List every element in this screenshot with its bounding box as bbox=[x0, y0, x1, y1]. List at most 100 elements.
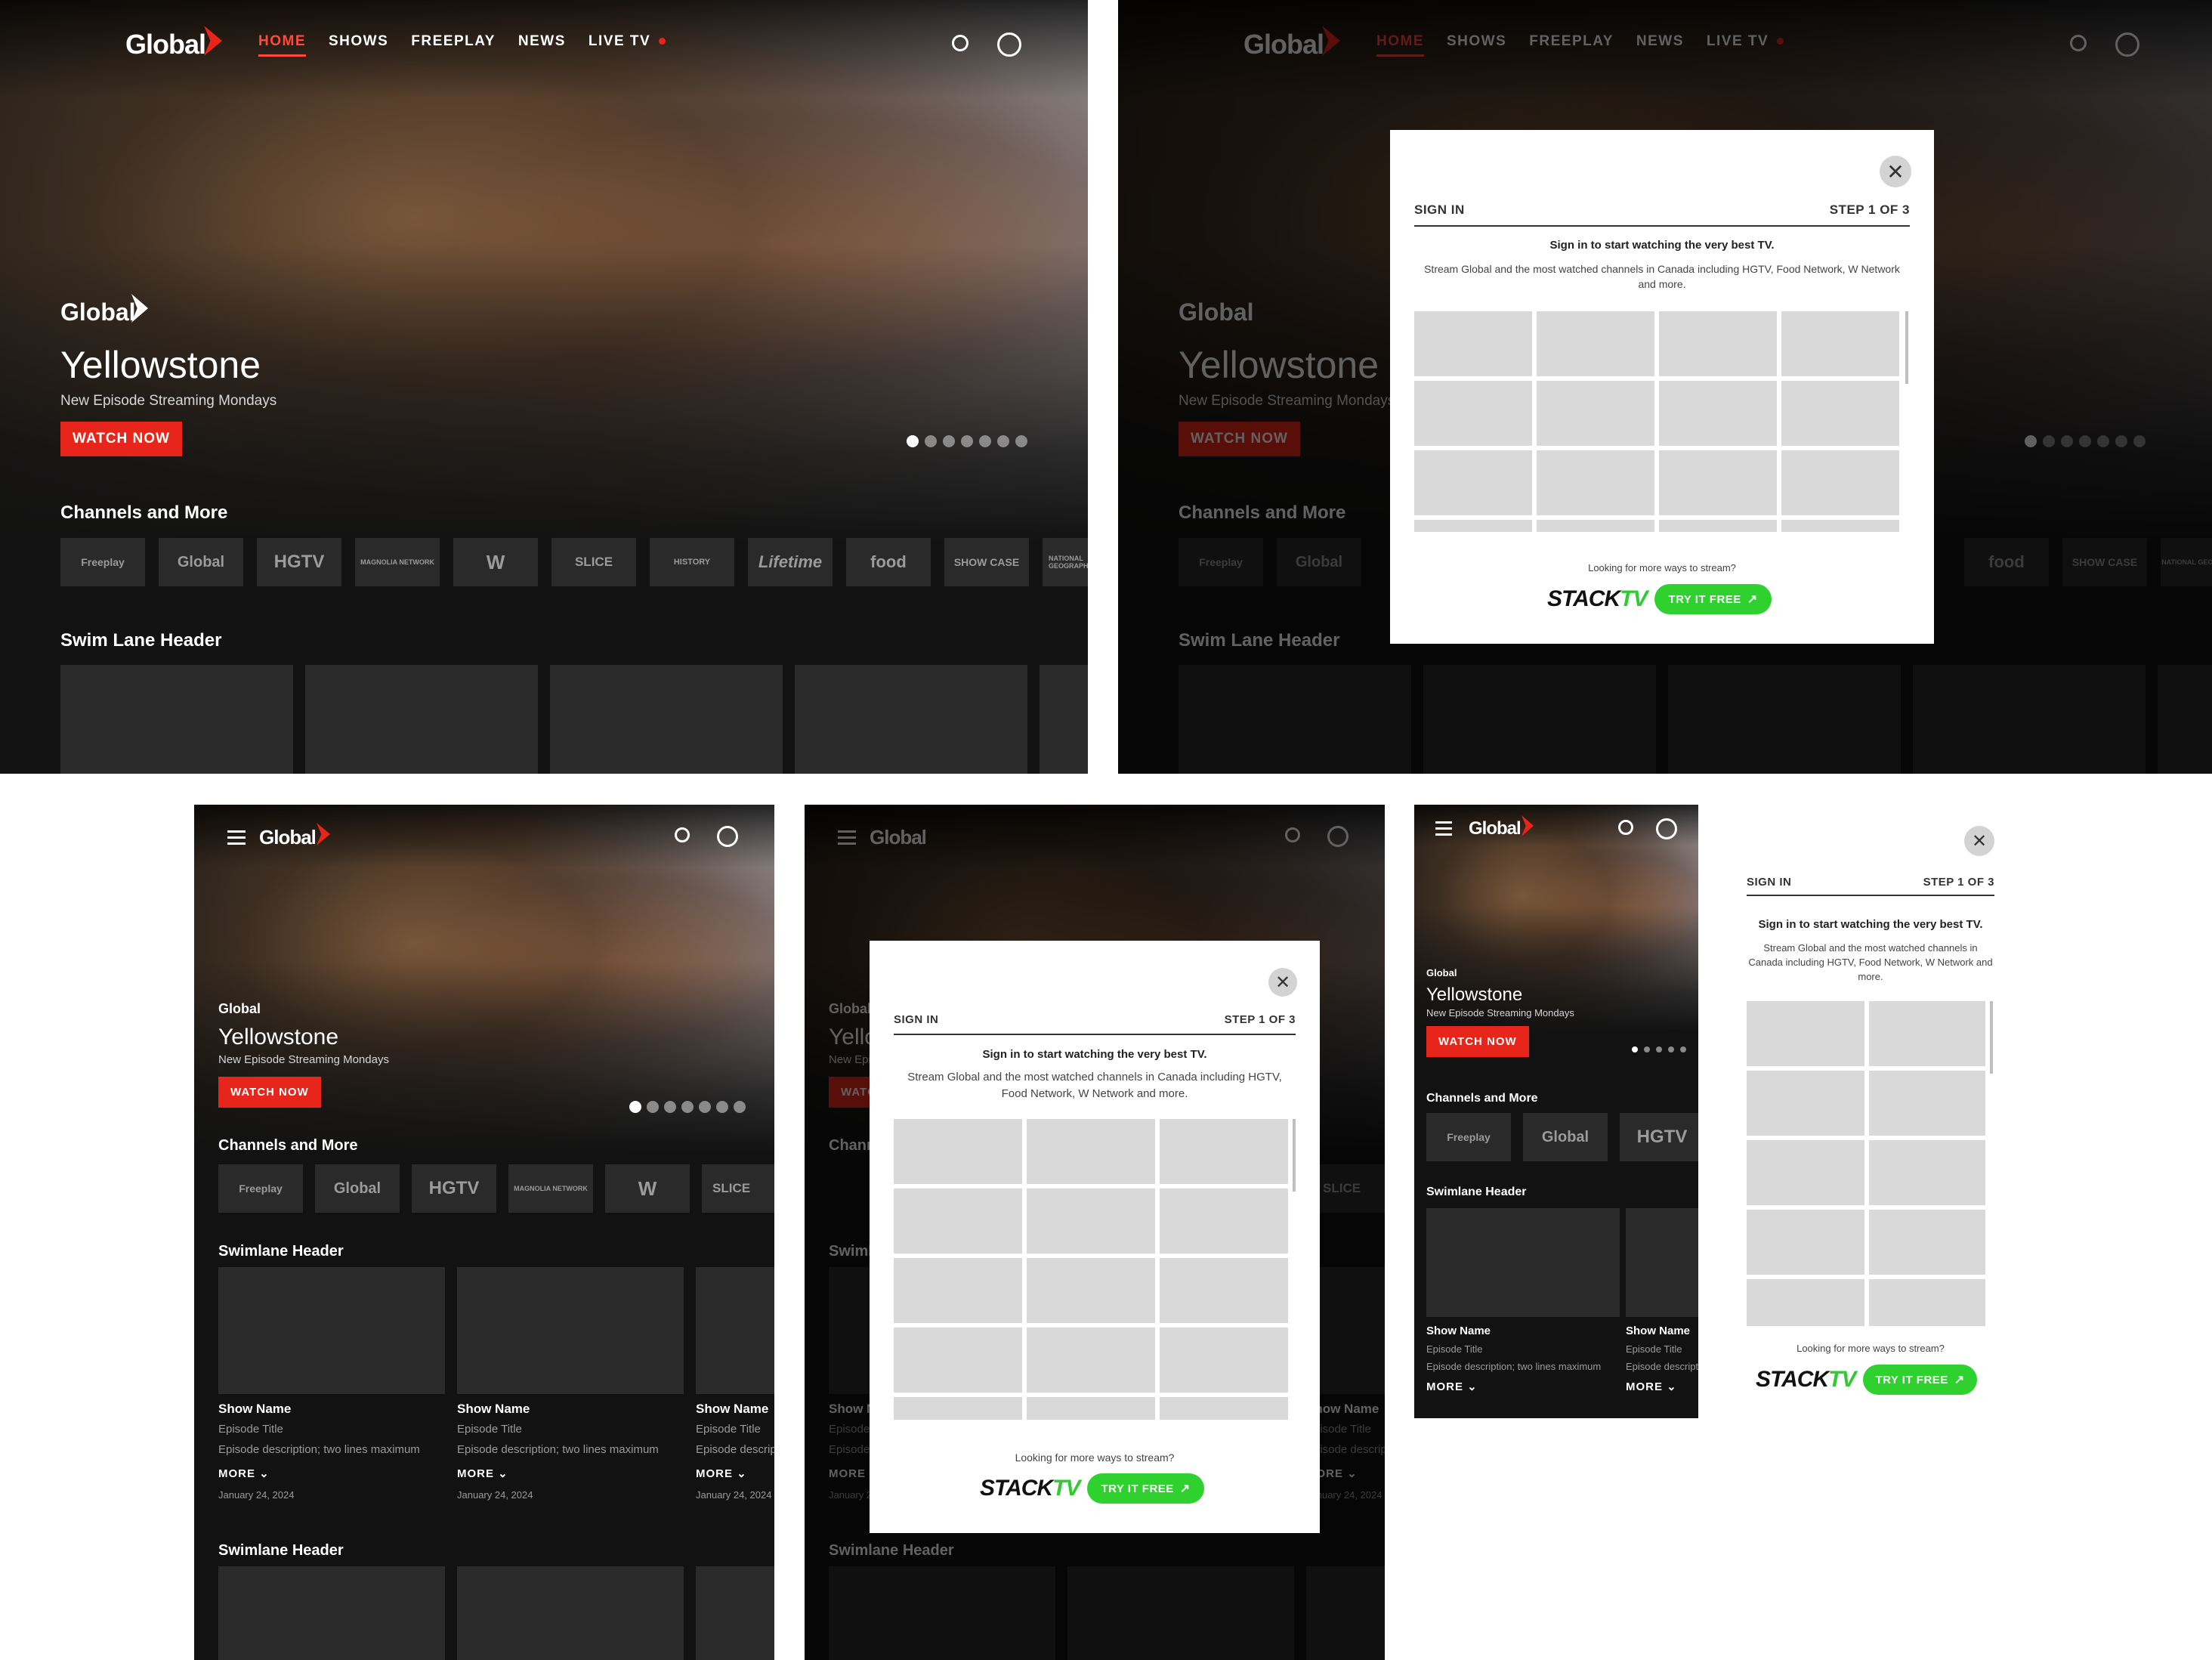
global-logo[interactable]: Global bbox=[125, 26, 231, 60]
channel-history[interactable]: HISTORY bbox=[650, 538, 734, 586]
channel-global[interactable]: Global bbox=[1523, 1113, 1608, 1161]
swimlane-tile[interactable] bbox=[60, 665, 293, 774]
grid-scrollbar[interactable] bbox=[1905, 311, 1908, 384]
provider-tile[interactable] bbox=[1747, 1071, 1864, 1136]
provider-tile[interactable] bbox=[1027, 1119, 1155, 1184]
grid-scrollbar[interactable] bbox=[1293, 1119, 1296, 1192]
swimlane-tile[interactable] bbox=[457, 1267, 684, 1394]
provider-tile[interactable] bbox=[1027, 1258, 1155, 1323]
provider-tile[interactable] bbox=[1537, 520, 1654, 532]
provider-tile[interactable] bbox=[1781, 450, 1899, 515]
channel-freeplay[interactable]: Freeplay bbox=[60, 538, 145, 586]
carousel-dot[interactable] bbox=[1656, 1046, 1662, 1053]
nav-freeplay[interactable]: FREEPLAY bbox=[411, 33, 496, 57]
channel-magnolia[interactable]: MAGNOLIA NETWORK bbox=[508, 1164, 593, 1213]
nav-shows[interactable]: SHOWS bbox=[329, 33, 388, 57]
carousel-dot[interactable] bbox=[699, 1101, 711, 1113]
provider-tile[interactable] bbox=[894, 1328, 1022, 1393]
provider-tile[interactable] bbox=[1160, 1119, 1288, 1184]
carousel-dot[interactable] bbox=[1015, 435, 1027, 447]
provider-tile[interactable] bbox=[894, 1119, 1022, 1184]
global-logo[interactable]: Global bbox=[259, 823, 330, 849]
menu-icon[interactable] bbox=[1435, 821, 1452, 836]
account-icon[interactable] bbox=[997, 32, 1021, 57]
search-icon[interactable] bbox=[675, 827, 690, 842]
more-toggle[interactable]: MORE ⌄ bbox=[218, 1467, 445, 1480]
watch-now-button[interactable]: WATCH NOW bbox=[60, 422, 182, 456]
carousel-dot[interactable] bbox=[925, 435, 937, 447]
provider-tile[interactable] bbox=[1747, 1210, 1864, 1275]
swimlane-tile[interactable] bbox=[305, 665, 538, 774]
global-logo[interactable]: Global bbox=[1469, 815, 1534, 839]
channel-freeplay[interactable]: Freeplay bbox=[218, 1164, 303, 1213]
swimlane-tile[interactable] bbox=[218, 1566, 445, 1660]
provider-tile[interactable] bbox=[1781, 311, 1899, 376]
carousel-dot[interactable] bbox=[734, 1101, 746, 1113]
swimlane-tile[interactable] bbox=[696, 1267, 774, 1394]
carousel-dot[interactable] bbox=[907, 435, 919, 447]
swimlane-tile[interactable] bbox=[218, 1267, 445, 1394]
swimlane-tile[interactable] bbox=[795, 665, 1027, 774]
channel-global[interactable]: Global bbox=[159, 538, 243, 586]
provider-tile[interactable] bbox=[1869, 1001, 1985, 1066]
channel-food[interactable]: food bbox=[846, 538, 931, 586]
close-icon[interactable]: ✕ bbox=[1268, 968, 1297, 997]
nav-home[interactable]: HOME bbox=[258, 33, 306, 57]
carousel-dot[interactable] bbox=[681, 1101, 694, 1113]
search-icon[interactable] bbox=[1618, 820, 1633, 835]
provider-tile[interactable] bbox=[1414, 311, 1532, 376]
watch-now-button[interactable]: WATCH NOW bbox=[218, 1077, 321, 1108]
provider-tile[interactable] bbox=[894, 1258, 1022, 1323]
carousel-dot[interactable] bbox=[1644, 1046, 1650, 1053]
provider-tile[interactable] bbox=[1160, 1258, 1288, 1323]
swimlane-tile[interactable] bbox=[1426, 1208, 1620, 1317]
provider-tile[interactable] bbox=[1659, 311, 1777, 376]
try-it-free-button[interactable]: TRY IT FREE ↗ bbox=[1863, 1365, 1977, 1395]
close-icon[interactable]: ✕ bbox=[1880, 156, 1911, 187]
provider-tile[interactable] bbox=[1027, 1328, 1155, 1393]
provider-tile[interactable] bbox=[1781, 520, 1899, 532]
provider-tile[interactable] bbox=[1869, 1210, 1985, 1275]
close-icon[interactable]: ✕ bbox=[1964, 826, 1994, 856]
carousel-dot[interactable] bbox=[647, 1101, 659, 1113]
nav-live-tv[interactable]: LIVE TV bbox=[589, 33, 666, 57]
grid-scrollbar[interactable] bbox=[1990, 1001, 1993, 1074]
channel-hgtv[interactable]: HGTV bbox=[257, 538, 341, 586]
search-icon[interactable] bbox=[952, 35, 969, 51]
provider-tile[interactable] bbox=[1747, 1001, 1864, 1066]
provider-tile[interactable] bbox=[1027, 1189, 1155, 1254]
provider-tile[interactable] bbox=[1537, 311, 1654, 376]
provider-tile[interactable] bbox=[1869, 1071, 1985, 1136]
menu-icon[interactable] bbox=[227, 830, 246, 845]
provider-tile[interactable] bbox=[1414, 520, 1532, 532]
provider-tile[interactable] bbox=[1659, 450, 1777, 515]
channel-slice[interactable]: SLICE bbox=[551, 538, 636, 586]
channel-lifetime[interactable]: Lifetime bbox=[748, 538, 833, 586]
watch-now-button[interactable]: WATCH NOW bbox=[1426, 1026, 1529, 1057]
carousel-dot[interactable] bbox=[1680, 1046, 1686, 1053]
nav-news[interactable]: NEWS bbox=[518, 33, 566, 57]
provider-tile[interactable] bbox=[894, 1397, 1022, 1420]
provider-tile[interactable] bbox=[1659, 520, 1777, 532]
carousel-dot[interactable] bbox=[1632, 1046, 1638, 1053]
provider-tile[interactable] bbox=[1537, 381, 1654, 446]
more-toggle[interactable]: MORE ⌄ bbox=[696, 1467, 774, 1480]
channel-magnolia[interactable]: MAGNOLIA NETWORK bbox=[355, 538, 440, 586]
provider-tile[interactable] bbox=[1869, 1279, 1985, 1326]
provider-tile[interactable] bbox=[1747, 1140, 1864, 1205]
provider-tile[interactable] bbox=[1027, 1397, 1155, 1420]
channel-freeplay[interactable]: Freeplay bbox=[1426, 1113, 1511, 1161]
channel-hgtv[interactable]: HGTV bbox=[1620, 1113, 1698, 1161]
more-toggle[interactable]: MORE ⌄ bbox=[457, 1467, 684, 1480]
provider-tile[interactable] bbox=[1414, 381, 1532, 446]
provider-tile[interactable] bbox=[1414, 450, 1532, 515]
provider-tile[interactable] bbox=[1160, 1189, 1288, 1254]
channel-w[interactable]: W bbox=[453, 538, 538, 586]
try-it-free-button[interactable]: TRY IT FREE ↗ bbox=[1087, 1473, 1204, 1504]
carousel-dot[interactable] bbox=[664, 1101, 676, 1113]
provider-tile[interactable] bbox=[1869, 1140, 1985, 1205]
account-icon[interactable] bbox=[717, 826, 738, 847]
provider-tile[interactable] bbox=[1747, 1279, 1864, 1326]
carousel-dot[interactable] bbox=[629, 1101, 641, 1113]
provider-tile[interactable] bbox=[1160, 1328, 1288, 1393]
